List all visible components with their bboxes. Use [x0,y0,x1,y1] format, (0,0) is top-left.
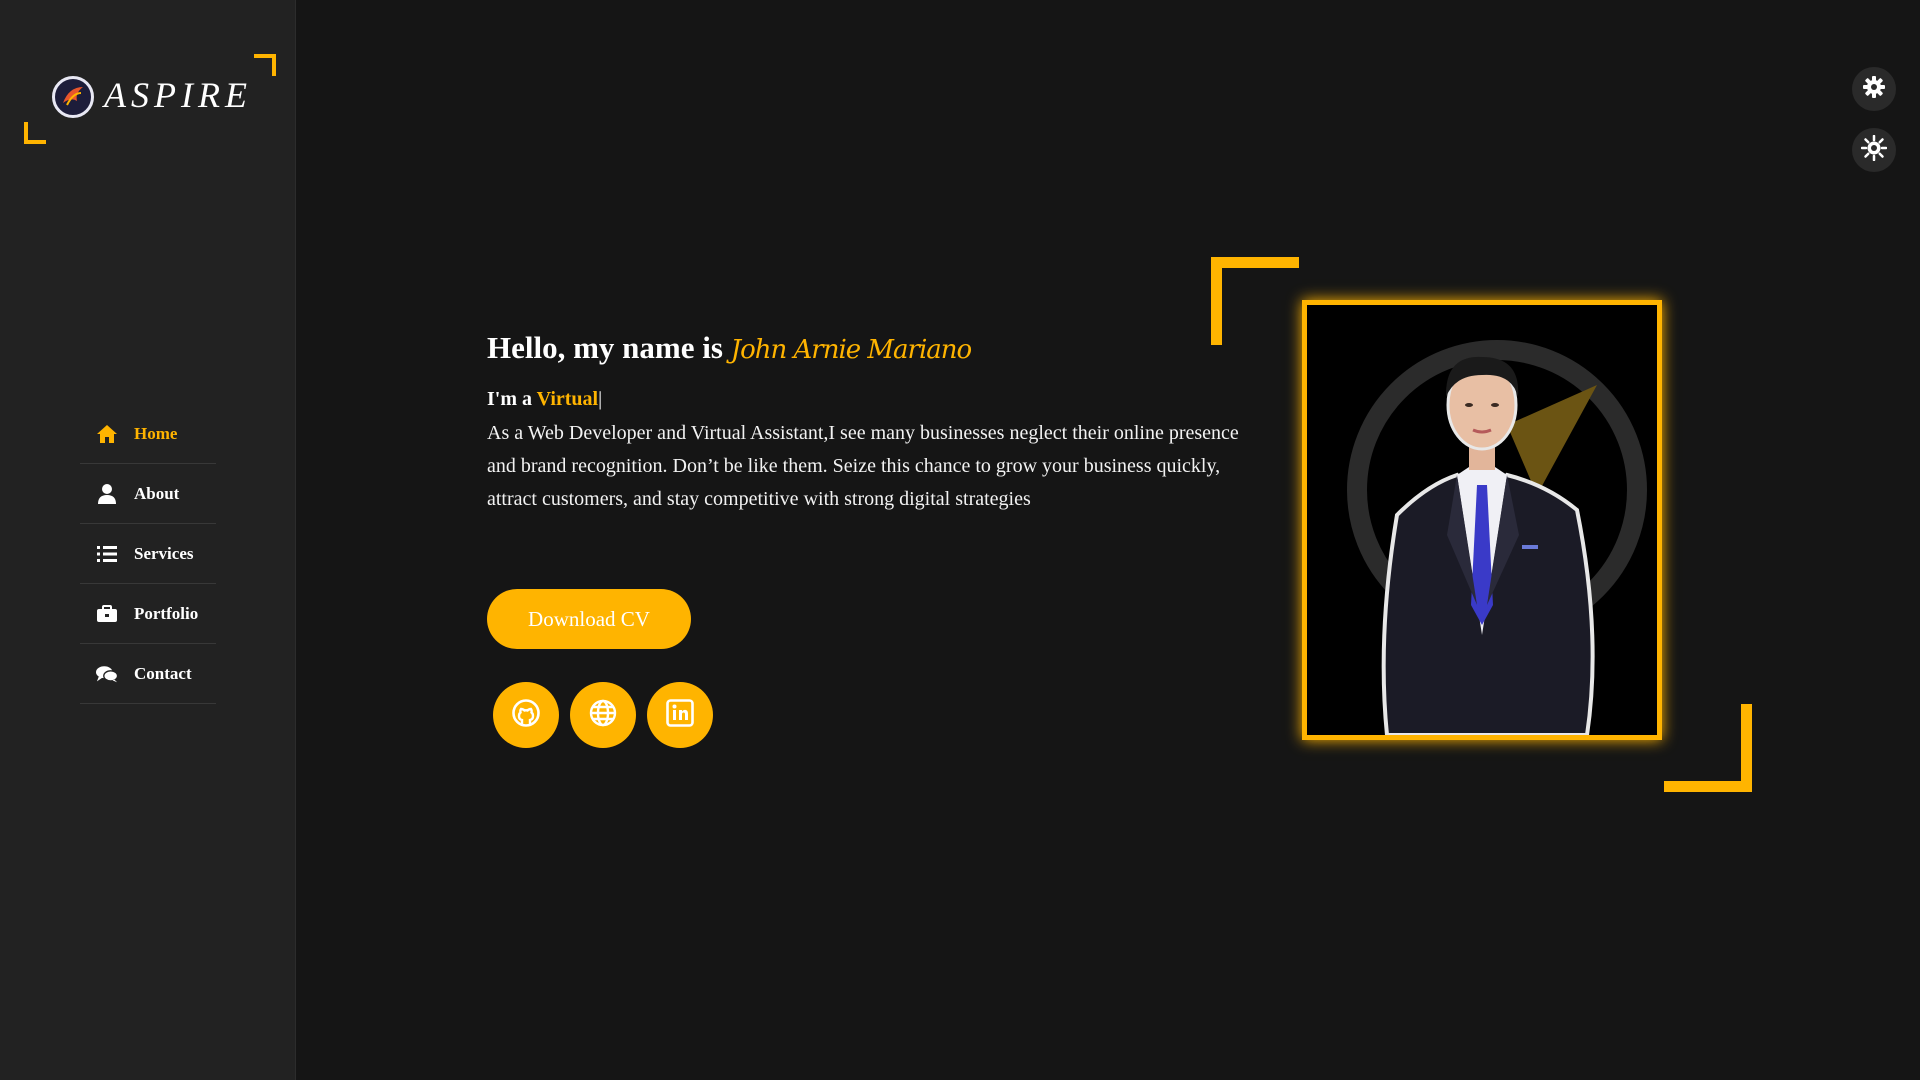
role-word: Virtual [536,388,599,410]
home-icon [96,423,118,445]
theme-settings-button[interactable] [1852,128,1896,172]
linkedin-link[interactable] [647,682,713,748]
linkedin-icon [666,698,694,732]
user-icon [96,483,118,505]
hero-heading: Hello, my name is John Arnie Mariano [487,330,1247,366]
portrait-corner-bottom-right [1664,704,1752,792]
nav-label-services: Services [134,543,194,563]
role-prefix: I'm a [487,388,532,410]
social-links [493,682,713,748]
download-cv-button[interactable]: Download CV [487,589,691,649]
nav-label-portfolio: Portfolio [134,603,199,623]
nav-item-home[interactable]: Home [80,404,216,464]
github-icon [511,698,541,733]
briefcase-icon [96,603,118,625]
settings-button[interactable] [1852,67,1896,111]
logo-text: ASPIRE [104,75,252,115]
globe-icon [588,698,618,733]
nav-label-about: About [134,483,180,503]
hero-description: As a Web Developer and Virtual Assistant… [487,422,1239,510]
typing-cursor: | [598,388,603,410]
hero-role: I'm a Virtual| [487,388,1247,411]
hero-section: Hello, my name is John Arnie Mariano I'm… [487,330,1247,748]
hero-greeting: Hello, my name is [487,330,723,365]
profile-photo [1302,300,1662,740]
website-link[interactable] [570,682,636,748]
gear-icon [1862,75,1886,104]
logo-emblem-icon [52,76,94,118]
sun-gear-icon [1860,134,1888,166]
nav-item-portfolio[interactable]: Portfolio [80,584,216,644]
nav-label-contact: Contact [134,663,192,683]
nav-item-services[interactable]: Services [80,524,216,584]
hero-name: John Arnie Mariano [730,335,973,365]
portrait-corner-top-left [1211,257,1299,345]
comments-icon [96,663,118,685]
list-icon [96,543,118,565]
nav-item-contact[interactable]: Contact [80,644,216,704]
sidebar: ASPIRE Home About Services Portfolio Con… [0,0,296,1080]
logo-corner-top-right [254,54,276,76]
nav-item-about[interactable]: About [80,464,216,524]
logo[interactable]: ASPIRE [24,54,276,144]
github-link[interactable] [493,682,559,748]
nav-label-home: Home [134,423,178,443]
main-nav: Home About Services Portfolio Contact [80,404,216,704]
logo-corner-bottom-left [24,122,46,144]
